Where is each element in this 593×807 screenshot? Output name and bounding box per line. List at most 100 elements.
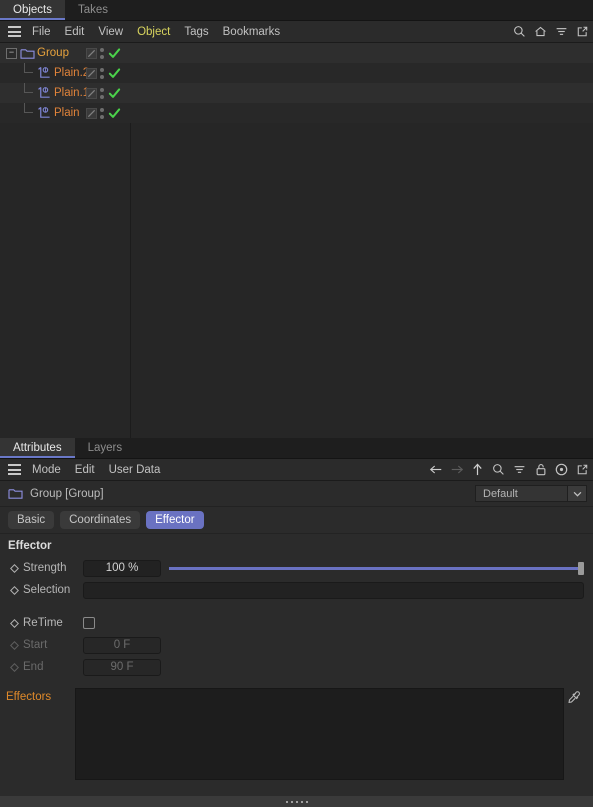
visibility-dots-icon[interactable] [97, 45, 106, 61]
menu-view[interactable]: View [91, 21, 130, 43]
param-label-strength: Strength [23, 562, 67, 574]
search-icon[interactable] [509, 21, 530, 43]
hamburger-icon[interactable] [3, 21, 25, 43]
table-row[interactable]: Plain [0, 103, 593, 123]
strength-input[interactable]: 100 % [83, 559, 161, 577]
visibility-dots-icon[interactable] [97, 65, 106, 81]
visibility-dots-icon[interactable] [97, 85, 106, 101]
expander-minus-icon[interactable]: − [6, 47, 17, 59]
menu-edit[interactable]: Edit [68, 459, 102, 481]
keyframe-diamond-icon[interactable] [6, 662, 23, 672]
enable-check-icon[interactable] [106, 85, 122, 101]
object-name[interactable]: Plain.2 [54, 67, 89, 79]
visibility-toggle-icon[interactable] [86, 87, 97, 99]
tab-effector-label: Effector [155, 514, 195, 526]
object-tree[interactable]: − Group Plain.2 Plain.1 Plain [0, 43, 593, 438]
table-row[interactable]: − Group [0, 43, 593, 63]
param-label-selection: Selection [23, 584, 71, 596]
table-row[interactable]: Plain.1 [0, 83, 593, 103]
effectors-label-column: Effectors [6, 688, 75, 780]
tab-takes[interactable]: Takes [65, 0, 121, 20]
visibility-toggle-icon[interactable] [86, 67, 97, 79]
param-row-start: Start 0 F [0, 634, 593, 656]
tab-objects[interactable]: Objects [0, 0, 65, 20]
table-row[interactable]: Plain.2 [0, 63, 593, 83]
external-link-icon[interactable] [572, 21, 593, 43]
preset-select[interactable]: Default [475, 485, 587, 502]
tab-objects-label: Objects [13, 4, 52, 16]
attribute-tab-row: Basic Coordinates Effector [0, 507, 593, 533]
up-arrow-icon[interactable] [467, 459, 488, 481]
attributes-tabstrip: Attributes Layers [0, 438, 593, 459]
folder-icon [20, 43, 37, 63]
tab-coordinates-label: Coordinates [69, 514, 132, 526]
visibility-toggle-icon[interactable] [86, 47, 97, 59]
external-link-icon[interactable] [572, 459, 593, 481]
lock-icon[interactable] [530, 459, 551, 481]
row-controls [86, 65, 122, 81]
keyframe-diamond-icon[interactable] [6, 563, 23, 573]
keyframe-diamond-icon[interactable] [6, 640, 23, 650]
forward-arrow-icon[interactable] [446, 459, 467, 481]
tree-branch-line [21, 63, 37, 83]
start-input[interactable]: 0 F [83, 636, 161, 654]
end-input[interactable]: 90 F [83, 658, 161, 676]
menu-file[interactable]: File [25, 21, 58, 43]
menu-bookmarks[interactable]: Bookmarks [216, 21, 288, 43]
filter-icon[interactable] [509, 459, 530, 481]
chevron-down-icon[interactable] [567, 485, 587, 502]
param-label-end: End [23, 661, 44, 673]
param-row-selection: Selection [0, 579, 593, 601]
home-icon[interactable] [530, 21, 551, 43]
slider-handle[interactable] [578, 561, 584, 575]
strength-slider[interactable] [169, 560, 584, 577]
visibility-dots-icon[interactable] [97, 105, 106, 121]
effector-icon [37, 83, 54, 103]
eyedropper-icon[interactable] [564, 688, 585, 780]
tab-basic-label: Basic [17, 514, 46, 526]
enable-check-icon[interactable] [106, 45, 122, 61]
record-icon[interactable] [551, 459, 572, 481]
tab-basic[interactable]: Basic [8, 511, 55, 529]
retime-checkbox[interactable] [83, 617, 95, 629]
folder-icon [8, 487, 23, 500]
param-row-retime: ReTime [0, 612, 593, 634]
slider-track [169, 566, 578, 570]
tab-coordinates[interactable]: Coordinates [60, 511, 141, 529]
param-row-strength: Strength 100 % [0, 557, 593, 579]
effector-icon [37, 63, 54, 83]
tree-branch-line [21, 83, 37, 103]
search-icon[interactable] [488, 459, 509, 481]
object-name[interactable]: Plain.1 [54, 87, 89, 99]
panel-resize-handle[interactable] [0, 796, 593, 807]
tab-attributes[interactable]: Attributes [0, 438, 75, 458]
back-arrow-icon[interactable] [425, 459, 446, 481]
keyframe-diamond-icon[interactable] [6, 618, 23, 628]
effector-icon [37, 103, 54, 123]
keyframe-diamond-icon[interactable] [6, 585, 23, 595]
panel-filler [0, 780, 593, 796]
menu-tags[interactable]: Tags [177, 21, 215, 43]
attributes-object-header: Group [Group] Default [0, 481, 593, 507]
menu-mode[interactable]: Mode [25, 459, 68, 481]
hamburger-icon[interactable] [3, 459, 25, 481]
filter-icon[interactable] [551, 21, 572, 43]
enable-check-icon[interactable] [106, 105, 122, 121]
attributes-manager: Attributes Layers Mode Edit User Data Gr… [0, 438, 593, 807]
enable-check-icon[interactable] [106, 65, 122, 81]
selection-input[interactable] [83, 581, 584, 599]
tab-effector[interactable]: Effector [146, 511, 204, 529]
preset-select-value[interactable]: Default [475, 485, 567, 502]
visibility-toggle-icon[interactable] [86, 107, 97, 119]
object-name[interactable]: Group [37, 47, 69, 59]
tab-layers[interactable]: Layers [75, 438, 136, 458]
menu-user-data[interactable]: User Data [102, 459, 168, 481]
row-controls [86, 45, 122, 61]
menu-object[interactable]: Object [130, 21, 177, 43]
param-label-retime: ReTime [23, 617, 63, 629]
object-name[interactable]: Plain [54, 107, 80, 119]
menu-edit[interactable]: Edit [58, 21, 92, 43]
object-manager-tabstrip: Objects Takes [0, 0, 593, 21]
effectors-dropzone[interactable] [75, 688, 564, 780]
